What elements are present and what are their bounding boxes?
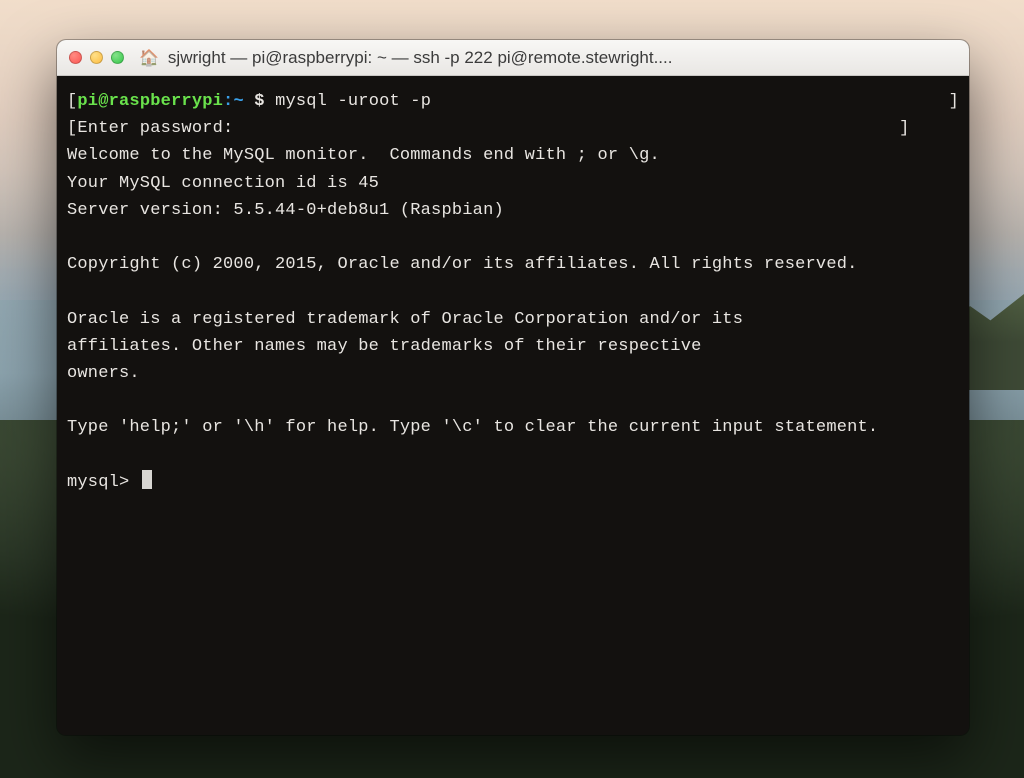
output-line: [Enter password: ]	[67, 115, 959, 142]
output-line: Your MySQL connection id is 45	[67, 170, 959, 197]
home-icon: 🏠	[139, 48, 159, 68]
output-line: Welcome to the MySQL monitor. Commands e…	[67, 142, 959, 169]
maximize-button[interactable]	[111, 51, 124, 64]
output-line: owners.	[67, 360, 959, 387]
mysql-prompt-line: mysql>	[67, 469, 959, 496]
bracket-close: ]	[949, 88, 959, 115]
output-line: Oracle is a registered trademark of Orac…	[67, 306, 959, 333]
output-line: affiliates. Other names may be trademark…	[67, 333, 959, 360]
entered-command: mysql -uroot -p	[275, 92, 431, 111]
output-line: Copyright (c) 2000, 2015, Oracle and/or …	[67, 251, 959, 278]
output-line	[67, 441, 959, 468]
terminal-output: [Enter password: ]Welcome to the MySQL m…	[67, 115, 959, 468]
prompt-dollar: $	[244, 92, 275, 111]
terminal-content[interactable]: [pi@raspberrypi:~ $ mysql -uroot -p][Ent…	[57, 76, 969, 735]
output-line	[67, 278, 959, 305]
prompt-line: [pi@raspberrypi:~ $ mysql -uroot -p]	[67, 88, 959, 115]
prompt-at: @	[98, 92, 108, 111]
window-title: sjwright — pi@raspberrypi: ~ — ssh -p 22…	[168, 48, 673, 68]
output-line	[67, 387, 959, 414]
bracket-open: [	[67, 92, 77, 111]
mysql-prompt: mysql>	[67, 473, 140, 492]
cursor-icon	[142, 470, 152, 489]
prompt-user: pi	[77, 92, 98, 111]
output-line	[67, 224, 959, 251]
close-button[interactable]	[69, 51, 82, 64]
window-titlebar[interactable]: 🏠 sjwright — pi@raspberrypi: ~ — ssh -p …	[57, 40, 969, 76]
output-line: Type 'help;' or '\h' for help. Type '\c'…	[67, 414, 959, 441]
output-line: Server version: 5.5.44-0+deb8u1 (Raspbia…	[67, 197, 959, 224]
window-controls	[69, 51, 124, 64]
prompt-host: raspberrypi	[109, 92, 223, 111]
terminal-window[interactable]: 🏠 sjwright — pi@raspberrypi: ~ — ssh -p …	[57, 40, 969, 735]
prompt-path: :~	[223, 92, 244, 111]
minimize-button[interactable]	[90, 51, 103, 64]
